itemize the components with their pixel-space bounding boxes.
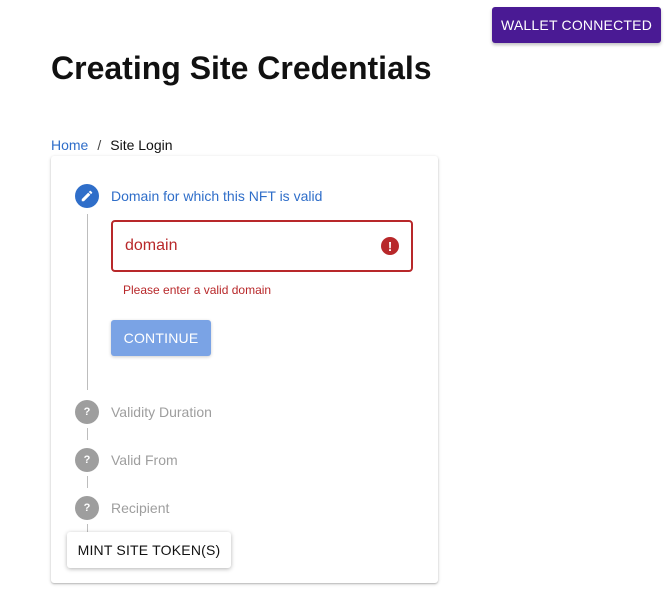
domain-error-text: Please enter a valid domain [123,283,272,297]
question-icon: ? [75,448,99,472]
step-label-recipient[interactable]: Recipient [111,500,169,516]
question-icon: ? [75,400,99,424]
step-label-validity-duration[interactable]: Validity Duration [111,404,212,420]
breadcrumb-home-link[interactable]: Home [51,137,88,153]
step-connector [87,524,88,532]
domain-input[interactable] [123,236,367,256]
step-label-domain[interactable]: Domain for which this NFT is valid [111,188,322,204]
credentials-stepper-card: Domain for which this NFT is valid ! Ple… [51,156,438,583]
breadcrumb-separator: / [97,137,102,153]
error-icon: ! [381,237,399,255]
breadcrumb-current: Site Login [110,137,173,153]
step-connector [87,428,88,440]
breadcrumb: Home / Site Login [51,137,173,153]
pencil-icon [75,184,99,208]
question-icon: ? [75,496,99,520]
wallet-connected-button[interactable]: WALLET CONNECTED [492,7,661,43]
step-connector [87,476,88,488]
page-title: Creating Site Credentials [51,50,432,86]
domain-field: ! [111,220,413,272]
continue-button[interactable]: CONTINUE [111,320,211,356]
mint-site-tokens-button[interactable]: MINT SITE TOKEN(S) [67,532,231,568]
step-connector [87,214,88,390]
step-label-valid-from[interactable]: Valid From [111,452,178,468]
